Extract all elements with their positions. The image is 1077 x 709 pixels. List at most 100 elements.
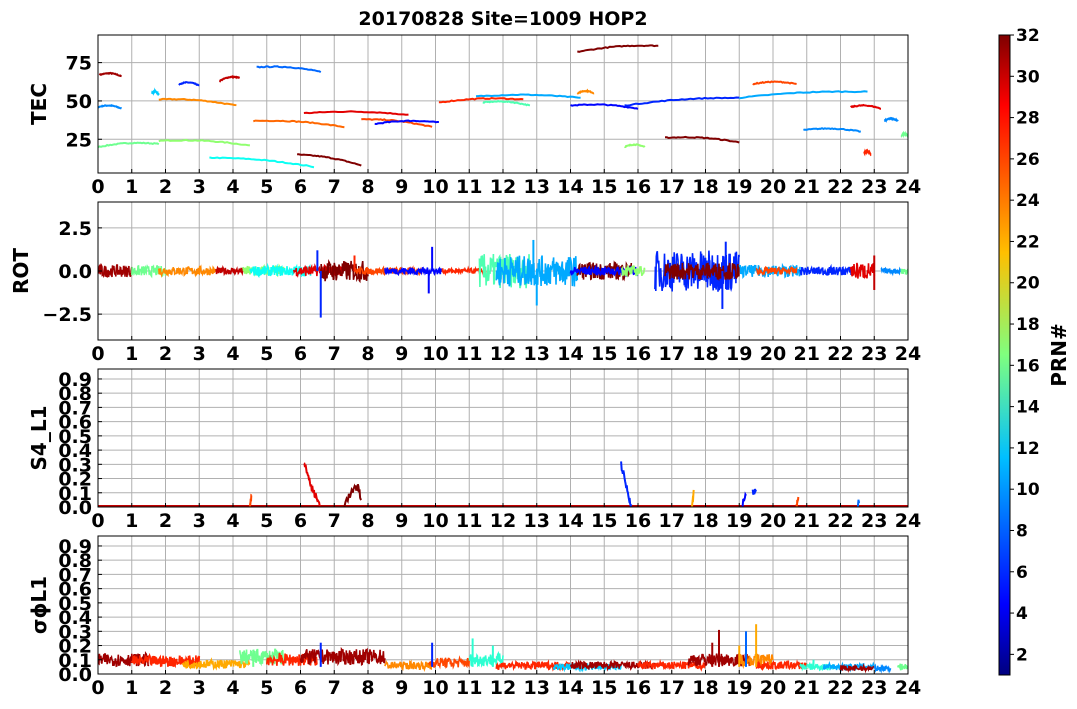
x-tick-label: 5 <box>260 510 273 532</box>
x-tick-label: 13 <box>524 343 550 365</box>
x-tick-label: 24 <box>895 343 921 365</box>
x-tick-label: 3 <box>193 510 206 532</box>
x-tick-label: 6 <box>294 176 307 198</box>
x-tick-label: 21 <box>794 343 820 365</box>
series-line-prn-6 <box>751 488 757 495</box>
x-tick-label: 19 <box>726 176 752 198</box>
x-tick-label: 21 <box>794 677 820 699</box>
y-tick-label: 0.9 <box>58 369 92 391</box>
x-tick-label: 20 <box>760 343 786 365</box>
series-line-prn-16 <box>900 268 908 276</box>
colorbar-tick-label: 4 <box>1016 604 1028 624</box>
x-tick-label: 7 <box>328 677 341 699</box>
x-tick-label: 19 <box>726 510 752 532</box>
x-tick-label: 5 <box>260 343 273 365</box>
x-tick-label: 8 <box>361 677 374 699</box>
colorbar-tick-label: 6 <box>1016 563 1028 583</box>
x-tick-label: 1 <box>125 510 138 532</box>
series-line-prn-32 <box>343 483 363 507</box>
x-tick-label: 4 <box>226 677 239 699</box>
x-tick-label: 18 <box>692 677 718 699</box>
y-axis-label: S4_L1 <box>27 406 51 471</box>
series-line-prn-6 <box>178 81 200 87</box>
x-tick-label: 13 <box>524 677 550 699</box>
colorbar-tick-label: 20 <box>1016 274 1040 294</box>
x-tick-label: 5 <box>260 176 273 198</box>
colorbar-label: PRN# <box>1047 323 1071 387</box>
x-tick-label: 0 <box>91 510 104 532</box>
chart-title: 20170828 Site=1009 HOP2 <box>358 8 647 30</box>
x-tick-label: 16 <box>625 343 651 365</box>
colorbar-tick-label: 32 <box>1016 26 1040 46</box>
x-tick-label: 7 <box>328 176 341 198</box>
panel-rot: 0 1 2 3 4 5 6 7 8 9 10 11 12 13 14 15 16 17 18 19 20 21 22 23 24… <box>9 201 921 365</box>
x-tick-label: 20 <box>760 677 786 699</box>
series-line-prn-24 <box>384 659 437 673</box>
x-tick-label: 0 <box>91 176 104 198</box>
y-tick-label: 50 <box>66 91 92 113</box>
x-tick-label: 23 <box>861 343 887 365</box>
series-line-prn-17 <box>158 138 251 147</box>
x-tick-label: 16 <box>625 176 651 198</box>
x-tick-label: 23 <box>861 510 887 532</box>
series-line-prn-27 <box>863 148 872 157</box>
colorbar-tick-label: 16 <box>1016 356 1040 376</box>
series-line-prn-31 <box>98 71 122 78</box>
panel-tec: 0 1 2 3 4 5 6 7 8 9 10 11 12 13 14 15 16 17 18 19 20 21 22 23 24… <box>27 34 921 198</box>
x-tick-label: 20 <box>760 176 786 198</box>
x-tick-label: 22 <box>827 677 853 699</box>
colorbar-tick-label: 8 <box>1016 521 1028 541</box>
x-tick-label: 22 <box>827 343 853 365</box>
colorbar-tick-label: 28 <box>1016 109 1040 129</box>
series-line-prn-24 <box>158 97 237 107</box>
series-line-prn-30 <box>215 265 244 277</box>
x-tick-label: 7 <box>328 510 341 532</box>
panel-sigma-phi-l1: 0 1 2 3 4 5 6 7 8 9 10 11 12 13 14 15 16 17 18 19 20 21 22 23 24… <box>27 535 921 699</box>
x-tick-label: 6 <box>294 677 307 699</box>
x-tick-label: 14 <box>557 510 583 532</box>
x-tick-label: 11 <box>456 677 482 699</box>
colorbar-tick-label: 22 <box>1016 232 1040 252</box>
x-tick-label: 22 <box>827 176 853 198</box>
y-axis-label: ROT <box>9 248 33 294</box>
series-line-prn-9 <box>883 116 899 123</box>
x-tick-label: 3 <box>193 677 206 699</box>
x-tick-label: 2 <box>159 510 172 532</box>
x-tick-label: 17 <box>659 510 685 532</box>
figure: 20170828 Site=1009 HOP2 0 1 2 3 4 5 6 7 8 9 10 11 12… <box>9 8 1071 699</box>
series-line-prn-16 <box>900 130 908 139</box>
series-line-prn-16 <box>98 141 160 149</box>
series-line-prn-24 <box>576 88 595 95</box>
series-line-prn-31 <box>299 646 386 667</box>
x-tick-label: 12 <box>490 510 516 532</box>
series-line-prn-9 <box>873 663 892 674</box>
x-tick-label: 1 <box>125 677 138 699</box>
series-line-prn-9 <box>98 103 122 110</box>
x-tick-label: 4 <box>226 343 239 365</box>
colorbar: 2468101214161820222426283032 PRN# <box>998 26 1071 676</box>
series-line-prn-24 <box>158 264 217 278</box>
x-tick-label: 19 <box>726 343 752 365</box>
y-tick-label: 75 <box>66 53 92 75</box>
series-line-prn-11 <box>151 87 160 96</box>
x-tick-label: 11 <box>456 176 482 198</box>
x-tick-label: 8 <box>361 510 374 532</box>
colorbar-tick-label: 10 <box>1016 480 1040 500</box>
x-tick-label: 2 <box>159 176 172 198</box>
x-tick-label: 6 <box>294 510 307 532</box>
x-tick-label: 15 <box>591 510 617 532</box>
x-tick-label: 21 <box>794 510 820 532</box>
x-tick-label: 13 <box>524 510 550 532</box>
x-tick-label: 12 <box>490 677 516 699</box>
x-tick-label: 24 <box>895 510 921 532</box>
y-tick-label: 0.0 <box>58 261 92 283</box>
series-line-prn-8 <box>256 65 322 73</box>
x-tick-label: 9 <box>395 176 408 198</box>
x-tick-label: 7 <box>328 343 341 365</box>
y-axis-label: σϕL1 <box>27 576 51 634</box>
x-tick-label: 10 <box>422 176 448 198</box>
x-tick-label: 12 <box>490 176 516 198</box>
x-tick-label: 17 <box>659 343 685 365</box>
x-tick-label: 10 <box>422 343 448 365</box>
x-tick-label: 0 <box>91 677 104 699</box>
